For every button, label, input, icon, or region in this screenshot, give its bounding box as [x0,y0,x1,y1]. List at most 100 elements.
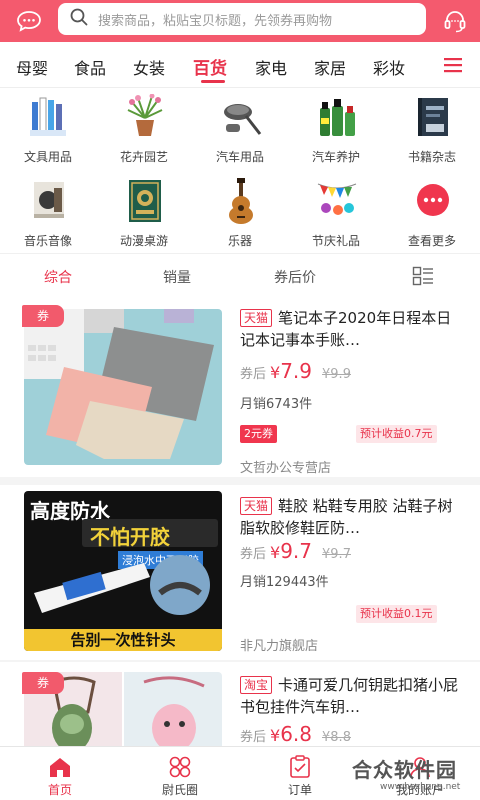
after-coupon-label: 券后 [240,547,267,562]
watermark-url: www.hezhong.net [380,782,461,792]
coupon-price: 9.7 [280,539,313,563]
product-card[interactable]: 高度防水 不怕开胶 浸泡水中不开胶 告别一次性针头 天猫 鞋胶 粘鞋专用胶 沾鞋子… [0,485,480,660]
tab-shipin[interactable]: 食品 [74,55,106,79]
price-row: 券后 ¥7.9 ¥9.9 [240,359,351,385]
grid-item-festive-gifts[interactable]: 节庆礼品 [288,174,384,256]
original-price: ¥9.7 [322,547,351,562]
headset-icon[interactable] [439,5,471,37]
estimated-earnings: 预计收益0.1元 [356,605,437,623]
platform-badge: 天猫 [240,309,273,327]
search-input[interactable]: 搜索商品，粘贴宝贝标题，先领券再购物 [58,3,426,35]
order-clipboard-icon [288,755,312,779]
grid-item-car-supplies[interactable]: 汽车用品 [192,90,288,172]
watermark: 合众软件园 www.hezhong.net [340,752,480,800]
tab-nvzhuang[interactable]: 女装 [133,55,165,79]
cd-album-icon [28,178,70,224]
tab-jiaju[interactable]: 家居 [314,55,346,79]
grid-item-books[interactable]: 书籍杂志 [384,90,480,172]
sort-bar: 综合 销量 券后价 [0,253,480,297]
watermark-title: 合众软件园 [352,758,457,782]
product-card[interactable]: 券 天猫 笔记本子2020年日程本日记本记事本手账… 券后 ¥7.9 ¥9.9 月销6… [0,297,480,477]
grid-label: 节庆礼品 [311,234,360,248]
category-grid: 文具用品 花卉园艺 汽车用品 汽车养护 书籍杂志 音乐音像 动漫桌游 乐器 节庆… [0,88,480,253]
nav-home[interactable]: 首页 [20,751,100,799]
tab-baihuo[interactable]: 百货 [193,54,227,79]
nav-label: 首页 [47,783,72,797]
nav-label: 订单 [287,783,312,797]
tab-muying[interactable]: 母婴 [16,55,48,79]
product-image [24,309,222,465]
currency-symbol: ¥ [270,726,281,745]
grid-label: 音乐音像 [23,234,72,248]
product-title-text: 卡通可爱几何钥匙扣猪小屁书包挂件汽车钥… [240,676,459,716]
product-title[interactable]: 天猫 鞋胶 粘鞋专用胶 沾鞋子树脂软胶修鞋匠防… [240,495,460,539]
layout-toggle-icon[interactable] [412,266,434,290]
coupon-badge[interactable]: 2元券 [240,425,277,443]
grid-item-boardgames[interactable]: 动漫桌游 [96,174,192,256]
coupon-tag: 券 [22,305,64,327]
coupon-tag: 券 [22,672,64,694]
product-title[interactable]: 天猫 笔记本子2020年日程本日记本记事本手账… [240,307,460,351]
tab-jiadian[interactable]: 家电 [255,55,287,79]
platform-badge: 淘宝 [240,676,273,694]
shop-name[interactable]: 文哲办公专营店 [240,457,331,476]
price-row: 券后 ¥6.8 ¥8.8 [240,722,351,746]
grid-label: 乐器 [227,234,252,248]
after-coupon-label: 券后 [240,367,267,382]
estimated-earnings: 预计收益0.7元 [356,425,437,443]
search-placeholder: 搜索商品，粘贴宝贝标题，先领券再购物 [98,13,333,29]
guitar-icon [220,178,262,224]
chat-bubble-icon[interactable] [13,5,45,37]
grid-circles-icon [168,755,192,779]
price-row: 券后 ¥9.7 ¥9.7 [240,539,351,565]
coupon-price: 6.8 [280,722,313,746]
grid-item-car-care[interactable]: 汽车养护 [288,90,384,172]
grid-label: 花卉园艺 [119,150,168,164]
product-title[interactable]: 淘宝 卡通可爱几何钥匙扣猪小屁书包挂件汽车钥… [240,674,460,718]
stationery-icon [28,94,70,140]
grid-item-instruments[interactable]: 乐器 [192,174,288,256]
monthly-sales: 月销129443件 [240,575,329,590]
product-image: 高度防水 不怕开胶 浸泡水中不开胶 告别一次性针头 [24,491,222,651]
category-tabs: 母婴 食品 女装 百货 家电 家居 彩妆 [0,42,480,88]
grid-item-garden[interactable]: 花卉园艺 [96,90,192,172]
sort-comprehensive[interactable]: 综合 [44,267,72,287]
coupon-price: 7.9 [280,359,313,383]
monthly-sales: 月销6743件 [240,397,313,412]
grid-label: 动漫桌游 [119,234,168,248]
nav-weishi-circle[interactable]: 尉氏圈 [140,751,220,799]
image-text-4: 告别一次性针头 [24,629,222,651]
product-card[interactable]: 券 淘宝 卡通可爱几何钥匙扣猪小屁书包挂件汽车钥… 券后 ¥6.8 ¥8.8 [0,662,480,746]
search-icon [70,8,88,30]
tab-caizhuang[interactable]: 彩妆 [373,55,405,79]
grid-item-music[interactable]: 音乐音像 [0,174,96,256]
board-game-icon [124,178,166,224]
grid-label: 汽车养护 [311,150,360,164]
sort-sales[interactable]: 销量 [163,267,191,287]
hamburger-menu-icon[interactable] [442,56,464,74]
grid-item-view-more[interactable]: 查看更多 [384,174,480,256]
grid-item-stationery[interactable]: 文具用品 [0,90,96,172]
nav-orders[interactable]: 订单 [260,751,340,799]
car-care-bottles-icon [316,94,358,140]
currency-symbol: ¥ [270,363,281,382]
party-flags-icon [316,178,358,224]
potted-plant-icon [124,93,166,140]
platform-badge: 天猫 [240,497,273,515]
top-header: 搜索商品，粘贴宝贝标题，先领券再购物 [0,0,480,42]
home-icon [48,755,72,779]
nav-label: 尉氏圈 [161,783,198,797]
currency-symbol: ¥ [270,543,281,562]
book-icon [412,94,454,140]
grid-label: 文具用品 [23,150,72,164]
original-price: ¥9.9 [322,367,351,382]
grid-label: 汽车用品 [215,150,264,164]
grid-label: 查看更多 [407,234,456,248]
grid-label: 书籍杂志 [407,150,456,164]
sort-coupon-price[interactable]: 券后价 [274,267,316,287]
original-price: ¥8.8 [322,730,351,745]
car-brush-icon [220,94,262,140]
more-dots-icon [412,178,454,224]
shop-name[interactable]: 非凡力旗舰店 [240,635,318,654]
active-tab-underline [201,80,225,83]
